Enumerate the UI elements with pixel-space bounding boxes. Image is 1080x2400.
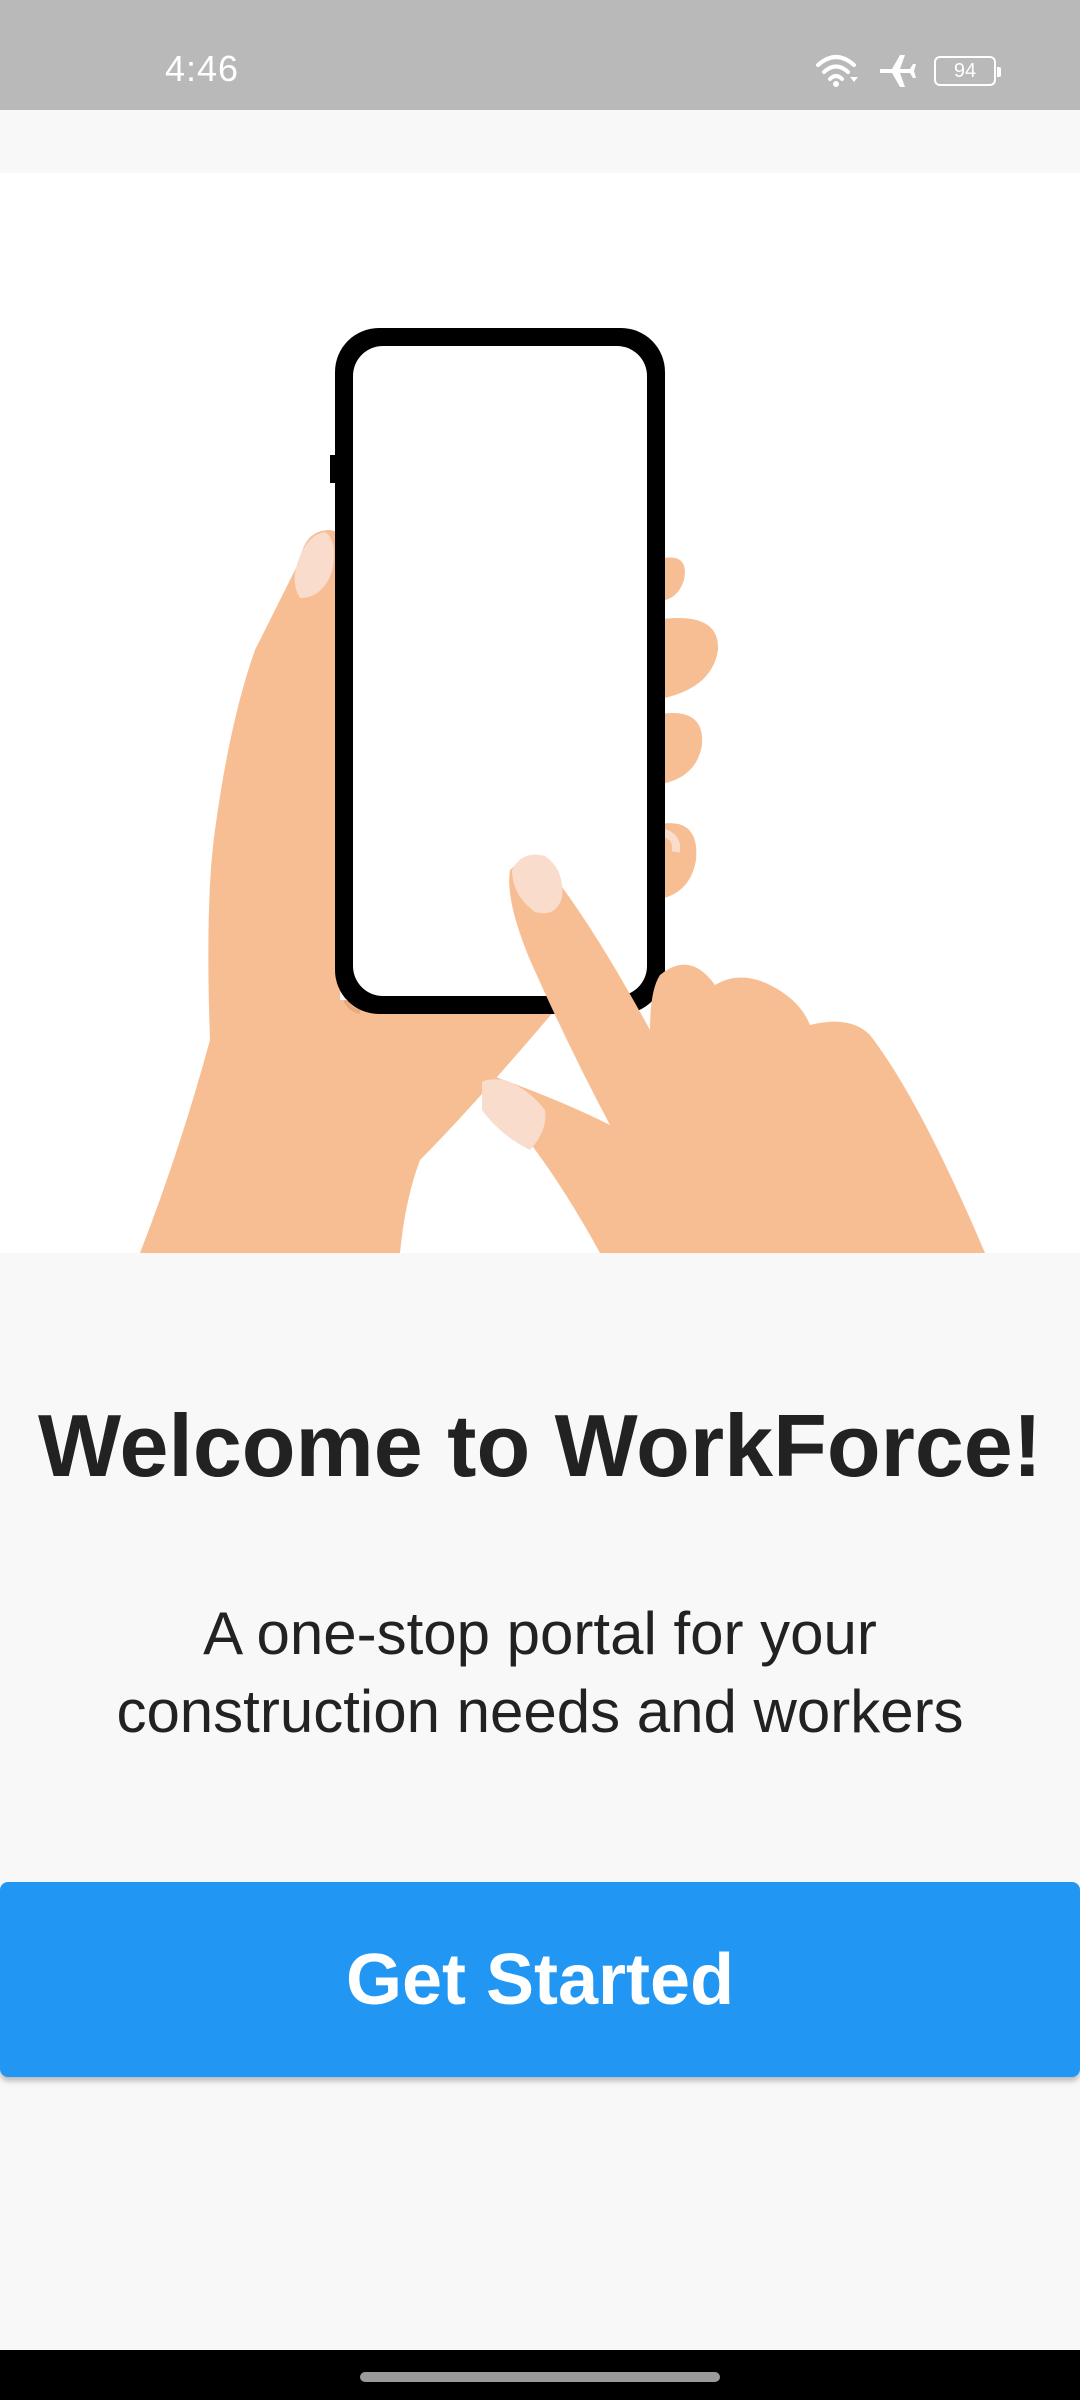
navigation-bar — [0, 2350, 1080, 2400]
status-time: 4:46 — [165, 48, 240, 89]
welcome-screen: 4:46 94 Welcome to WorkForce! A one-stop… — [0, 0, 1080, 2400]
status-icons: 94 — [814, 50, 1001, 92]
page-title: Welcome to WorkForce! — [37, 1396, 1043, 1495]
subtitle-line-2: construction needs and workers — [116, 1678, 964, 1745]
get-started-button[interactable]: Get Started — [0, 1882, 1080, 2077]
airplane-mode-icon — [876, 53, 916, 89]
home-gesture-handle[interactable] — [360, 2372, 720, 2382]
subtitle: A one-stop portal for your construction … — [40, 1595, 1040, 1751]
hand-holding-phone-illustration — [0, 173, 1080, 1253]
subtitle-line-1: A one-stop portal for your — [203, 1600, 877, 1667]
status-bar: 4:46 94 — [0, 0, 1080, 110]
battery-icon: 94 — [934, 56, 1001, 86]
wifi-icon — [814, 53, 858, 89]
battery-level: 94 — [953, 59, 977, 82]
